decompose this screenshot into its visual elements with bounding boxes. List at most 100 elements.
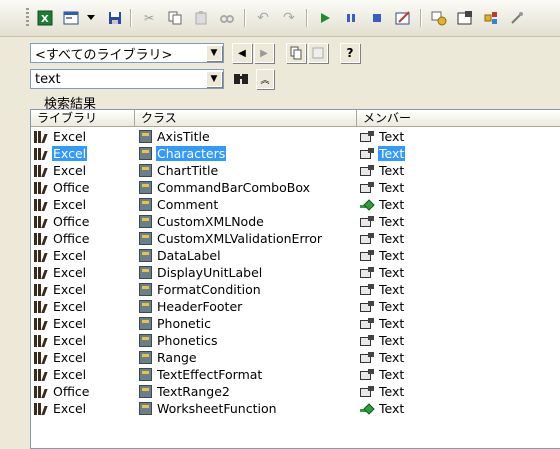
chevron-down-icon[interactable]: ▼	[206, 45, 222, 61]
table-row[interactable]: Excel Phonetics Text	[31, 332, 560, 349]
table-row[interactable]: Excel DisplayUnitLabel Text	[31, 264, 560, 281]
class-icon	[137, 198, 153, 212]
library-cell: Office	[33, 213, 91, 230]
view-definition-button	[308, 43, 328, 63]
library-name: Office	[53, 180, 90, 195]
library-icon	[33, 266, 49, 280]
object-browser-panel: <すべてのライブラリ> ▼ ◀ ▶ ? text ▼ ︽ 検索結果 ライブラリ …	[26, 37, 560, 449]
table-row[interactable]: Excel TextEffectFormat Text	[31, 366, 560, 383]
copy-icon[interactable]	[166, 9, 184, 27]
member-cell: Text	[359, 264, 405, 281]
table-row[interactable]: Excel HeaderFooter Text	[31, 298, 560, 315]
table-row[interactable]: Excel DataLabel Text	[31, 247, 560, 264]
class-name: HeaderFooter	[157, 299, 243, 314]
table-row[interactable]: Excel FormatCondition Text	[31, 281, 560, 298]
member-name: Text	[379, 401, 405, 416]
object-browser-icon[interactable]	[482, 9, 500, 27]
class-name: ChartTitle	[157, 163, 219, 178]
table-row[interactable]: Excel WorksheetFunction Text	[31, 400, 560, 417]
cut-icon: ✂	[143, 11, 155, 25]
table-row[interactable]: Office TextRange2 Text	[31, 383, 560, 400]
library-name: Excel	[53, 163, 87, 178]
property-icon	[359, 368, 375, 382]
property-icon	[359, 334, 375, 348]
method-icon	[359, 402, 375, 416]
back-button[interactable]: ◀	[232, 43, 252, 63]
project-explorer-icon[interactable]	[430, 9, 448, 27]
member-name: Text	[379, 248, 405, 263]
property-icon	[359, 215, 375, 229]
table-row[interactable]: Excel Comment Text	[31, 196, 560, 213]
library-cell: Excel	[33, 366, 87, 383]
table-row[interactable]: Excel Phonetic Text	[31, 315, 560, 332]
toolbox-icon[interactable]	[508, 9, 526, 27]
table-row[interactable]: Office CommandBarComboBox Text	[31, 179, 560, 196]
column-header-class[interactable]: クラス	[135, 110, 357, 127]
view-definition-icon	[312, 47, 324, 59]
column-header-library[interactable]: ライブラリ	[31, 110, 135, 127]
member-name: Text	[379, 350, 405, 365]
member-name: Text	[379, 265, 405, 280]
toggle-results-button[interactable]: ︽	[256, 69, 274, 89]
library-icon	[33, 300, 49, 314]
class-name: Phonetics	[157, 333, 218, 348]
class-name: CommandBarComboBox	[157, 180, 310, 195]
member-cell: Text	[359, 400, 405, 417]
table-row[interactable]: Office CustomXMLValidationError Text	[31, 230, 560, 247]
toolbar-grip[interactable]	[26, 8, 29, 28]
table-row[interactable]: Office CustomXMLNode Text	[31, 213, 560, 230]
library-icon	[33, 181, 49, 195]
break-icon[interactable]	[342, 9, 360, 27]
class-icon	[137, 317, 153, 331]
member-cell: Text	[359, 179, 405, 196]
toolbar-separator	[130, 9, 131, 27]
member-cell: Text	[359, 162, 405, 179]
run-icon[interactable]	[316, 9, 334, 27]
search-button[interactable]	[232, 69, 250, 87]
properties-icon[interactable]	[456, 9, 474, 27]
insert-dropdown-icon[interactable]	[86, 9, 96, 27]
class-name: Characters	[156, 146, 227, 161]
help-button[interactable]: ?	[340, 43, 360, 63]
library-icon	[33, 385, 49, 399]
reset-icon[interactable]	[368, 9, 386, 27]
chevron-down-icon[interactable]: ▼	[206, 71, 222, 87]
save-icon[interactable]	[106, 9, 124, 27]
library-name: Excel	[53, 265, 87, 280]
table-row[interactable]: Excel Characters Text	[31, 145, 560, 162]
library-name: Excel	[53, 401, 87, 416]
member-cell: Text	[359, 281, 405, 298]
copy-to-clipboard-button[interactable]	[286, 43, 306, 63]
class-name: DisplayUnitLabel	[157, 265, 263, 280]
library-name: Excel	[53, 367, 87, 382]
library-icon	[33, 351, 49, 365]
member-cell: Text	[359, 196, 405, 213]
search-input[interactable]: text ▼	[30, 69, 224, 89]
library-select[interactable]: <すべてのライブラリ> ▼	[30, 43, 224, 63]
results-header: ライブラリ クラス メンバー	[31, 110, 560, 127]
userform-icon[interactable]	[62, 9, 80, 27]
member-cell: Text	[359, 298, 405, 315]
search-results-list[interactable]: ライブラリ クラス メンバー Excel AxisTitle Text Excel Ch…	[30, 109, 560, 449]
library-cell: Excel	[33, 196, 87, 213]
excel-icon[interactable]: X	[36, 9, 54, 27]
class-icon	[137, 215, 153, 229]
table-row[interactable]: Excel ChartTitle Text	[31, 162, 560, 179]
class-name: WorksheetFunction	[157, 401, 277, 416]
library-cell: Excel	[33, 145, 88, 162]
table-row[interactable]: Excel Range Text	[31, 349, 560, 366]
library-cell: Excel	[33, 349, 87, 366]
class-cell: Comment	[137, 196, 219, 213]
column-header-member[interactable]: メンバー	[357, 110, 560, 127]
member-name: Text	[379, 163, 405, 178]
library-name: Office	[53, 231, 90, 246]
member-name: Text	[379, 231, 405, 246]
table-row[interactable]: Excel AxisTitle Text	[31, 128, 560, 145]
property-icon	[359, 164, 375, 178]
library-name: Excel	[53, 299, 87, 314]
library-icon	[33, 130, 49, 144]
property-icon	[359, 266, 375, 280]
design-mode-icon[interactable]	[394, 9, 412, 27]
binoculars-icon	[234, 74, 248, 84]
class-icon	[137, 334, 153, 348]
